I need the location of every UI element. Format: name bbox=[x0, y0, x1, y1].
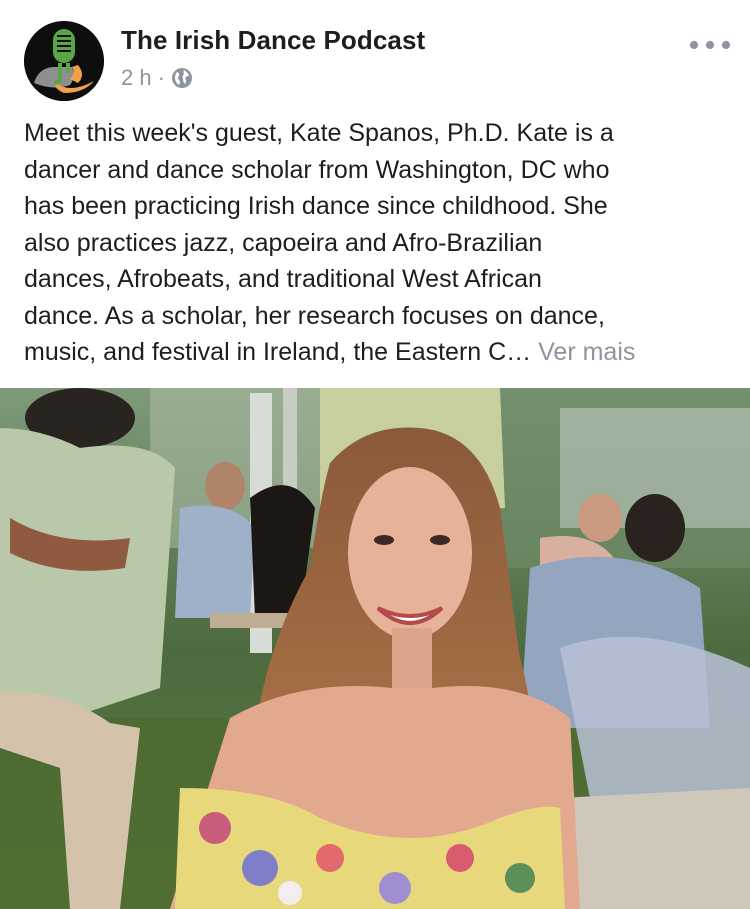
more-options-button[interactable] bbox=[690, 30, 730, 60]
post-text-last-line: music, and festival in Ireland, the East… bbox=[24, 334, 728, 371]
post-text-line: also practices jazz, capoeira and Afro-B… bbox=[24, 228, 543, 257]
globe-icon bbox=[171, 68, 192, 88]
post-text-line: dance. As a scholar, her research focuse… bbox=[24, 301, 605, 330]
see-more-link[interactable]: Ver mais bbox=[538, 338, 635, 366]
podcast-logo-icon bbox=[24, 21, 104, 101]
post-text-line: has been practicing Irish dance since ch… bbox=[24, 192, 608, 220]
page-name[interactable]: The Irish Dance Podcast bbox=[121, 25, 425, 56]
post-text-line: music, and festival in Ireland, the East… bbox=[24, 338, 532, 366]
page-avatar[interactable] bbox=[24, 21, 104, 101]
post-header: The Irish Dance Podcast 2 h · bbox=[0, 0, 750, 110]
post-time[interactable]: 2 h bbox=[121, 65, 152, 91]
post-text: Meet this week's guest, Kate Spanos, Ph.… bbox=[24, 115, 728, 371]
post-meta: 2 h · bbox=[121, 63, 193, 93]
meta-separator: · bbox=[157, 65, 165, 90]
post-photo-image bbox=[0, 388, 750, 909]
post-text-line: dancer and dance scholar from Washington… bbox=[24, 155, 610, 184]
more-options-icon bbox=[690, 41, 698, 49]
post-text-line: dances, Afrobeats, and traditional West … bbox=[24, 265, 542, 293]
post-text-line: Meet this week's guest, Kate Spanos, Ph.… bbox=[24, 119, 614, 147]
post-photo[interactable] bbox=[0, 388, 750, 909]
